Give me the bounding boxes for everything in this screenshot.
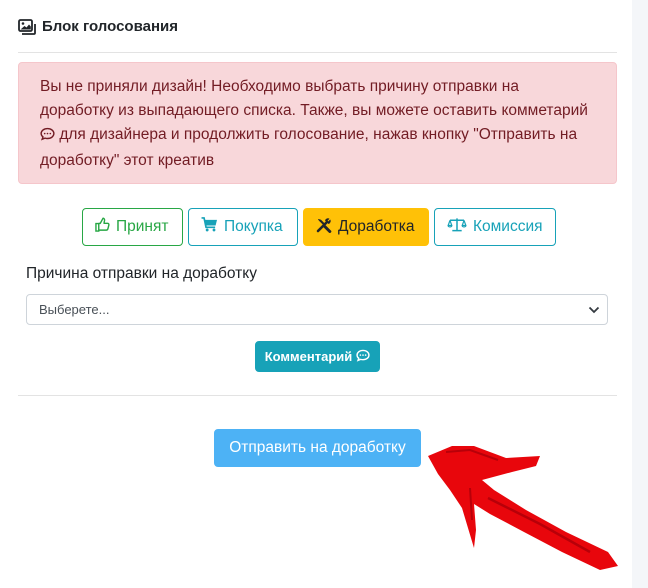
annotation-arrow: [428, 446, 618, 570]
